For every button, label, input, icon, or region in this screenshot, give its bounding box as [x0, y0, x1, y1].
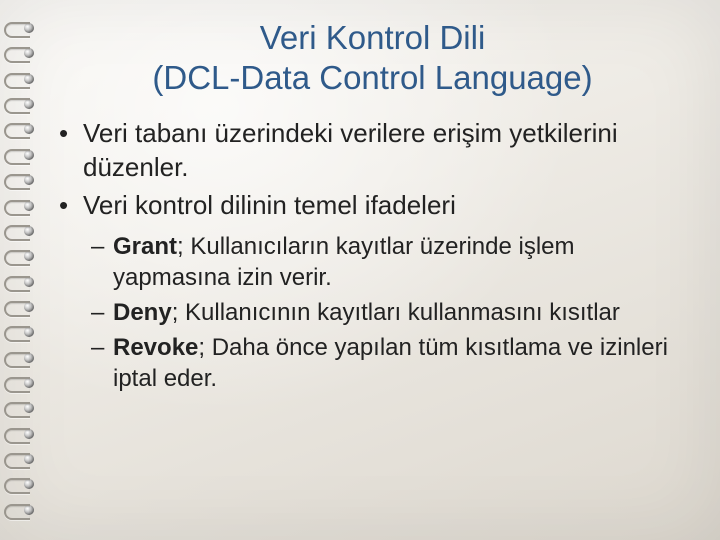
- sub-term: Grant: [113, 233, 177, 260]
- sub-term: Deny: [113, 299, 172, 326]
- sub-list: Grant; Kullanıcıların kayıtlar üzerinde …: [83, 231, 690, 395]
- spiral-binding: [10, 20, 40, 520]
- sub-item: Revoke; Daha önce yapılan tüm kısıtlama …: [91, 332, 690, 394]
- bullet-list: Veri tabanı üzerindeki verilere erişim y…: [55, 117, 690, 394]
- bullet-text: Veri kontrol dilinin temel ifadeleri: [83, 190, 456, 220]
- sub-item: Grant; Kullanıcıların kayıtlar üzerinde …: [91, 231, 690, 293]
- slide-page: Veri Kontrol Dili (DCL-Data Control Lang…: [0, 0, 720, 540]
- sub-item: Deny; Kullanıcının kayıtları kullanmasın…: [91, 297, 690, 328]
- slide-content: Veri Kontrol Dili (DCL-Data Control Lang…: [55, 18, 690, 399]
- title-line-2: (DCL-Data Control Language): [152, 59, 592, 96]
- sub-desc: ; Kullanıcıların kayıtlar üzerinde işlem…: [113, 233, 575, 291]
- bullet-text: Veri tabanı üzerindeki verilere erişim y…: [83, 118, 618, 182]
- bullet-item: Veri tabanı üzerindeki verilere erişim y…: [55, 117, 690, 185]
- slide-title: Veri Kontrol Dili (DCL-Data Control Lang…: [55, 18, 690, 97]
- title-line-1: Veri Kontrol Dili: [260, 19, 486, 56]
- sub-term: Revoke: [113, 334, 198, 361]
- sub-desc: ; Kullanıcının kayıtları kullanmasını kı…: [172, 299, 620, 326]
- bullet-item: Veri kontrol dilinin temel ifadeleri Gra…: [55, 189, 690, 395]
